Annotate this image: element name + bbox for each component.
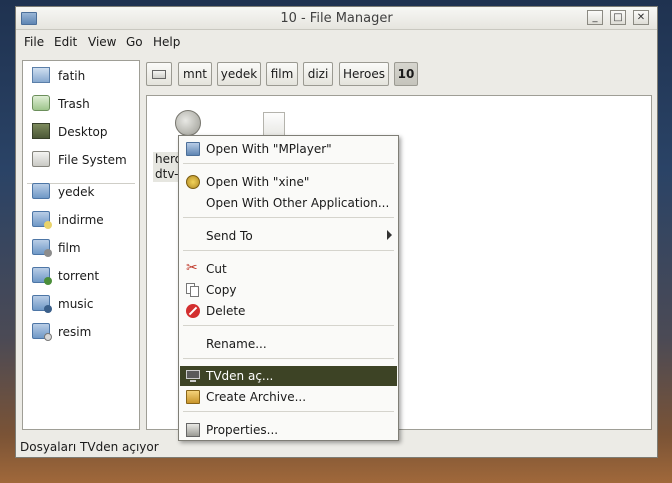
sidebar-item-label: indirme [58, 213, 104, 227]
sidebar-item-label: fatih [58, 69, 86, 83]
menu-separator [183, 217, 394, 218]
sidebar-item-label: torrent [58, 269, 100, 283]
menu-separator [183, 358, 394, 359]
menu-item-label: Rename... [206, 337, 267, 351]
sidebar-item-label: film [58, 241, 81, 255]
title-bar[interactable]: 10 - File Manager _ □ ✕ [16, 7, 657, 30]
desktop-icon [32, 123, 50, 139]
crumb-yedek[interactable]: yedek [217, 62, 261, 86]
folder-icon [32, 323, 52, 341]
crumb-dizi[interactable]: dizi [303, 62, 333, 86]
close-button[interactable]: ✕ [633, 10, 649, 25]
crumb-heroes[interactable]: Heroes [339, 62, 389, 86]
root-drive-button[interactable] [146, 62, 172, 86]
crumb-current[interactable]: 10 [394, 62, 418, 86]
sidebar-item-label: Desktop [58, 125, 108, 139]
submenu-arrow-icon [387, 230, 392, 240]
minimize-button[interactable]: _ [587, 10, 603, 25]
menu-item-label: Delete [206, 304, 246, 318]
menu-item-rename[interactable]: Rename... [180, 334, 397, 354]
menu-item-cut[interactable]: ✂ Cut [180, 259, 397, 279]
scissors-icon: ✂ [186, 260, 198, 276]
menu-separator [183, 411, 394, 412]
menu-help[interactable]: Help [153, 35, 180, 49]
monitor-icon [186, 369, 200, 383]
sidebar-item-label: music [58, 297, 94, 311]
properties-icon [186, 423, 200, 437]
sidebar-item-trash[interactable]: Trash [28, 93, 136, 115]
context-menu: Open With "MPlayer" Open With "xine" Ope… [178, 135, 399, 441]
menu-separator [183, 325, 394, 326]
sidebar-item-label: resim [58, 325, 92, 339]
window-title: 10 - File Manager [280, 11, 393, 26]
drive-icon [32, 151, 50, 167]
sidebar-item-torrent[interactable]: torrent [28, 265, 136, 287]
sidebar-item-yedek[interactable]: yedek [28, 181, 136, 203]
sidebar-item-fatih[interactable]: fatih [28, 65, 136, 87]
sidebar-item-label: Trash [58, 97, 90, 111]
menu-item-label: Properties... [206, 423, 279, 437]
folder-icon [32, 183, 50, 199]
menu-bar: File Edit View Go Help [16, 30, 657, 52]
crumb-film[interactable]: film [266, 62, 298, 86]
menu-item-label: Send To [206, 229, 253, 243]
sidebar-item-desktop[interactable]: Desktop [28, 121, 136, 143]
folder-icon [32, 267, 52, 285]
video-file-icon [175, 110, 201, 136]
menu-item-open-other[interactable]: Open With Other Application... [180, 193, 397, 213]
archive-icon [186, 390, 200, 404]
trash-icon [32, 95, 50, 111]
mplayer-icon [186, 142, 200, 156]
sidebar-item-indirme[interactable]: indirme [28, 209, 136, 231]
sidebar-item-film[interactable]: film [28, 237, 136, 259]
menu-item-label: Open With "MPlayer" [206, 142, 332, 156]
xine-icon [186, 175, 200, 189]
menu-edit[interactable]: Edit [54, 35, 77, 49]
status-bar: Dosyaları TVden açıyor [20, 440, 159, 454]
menu-separator [183, 250, 394, 251]
menu-item-create-archive[interactable]: Create Archive... [180, 387, 397, 407]
menu-item-open-mplayer[interactable]: Open With "MPlayer" [180, 139, 397, 159]
menu-go[interactable]: Go [126, 35, 143, 49]
drive-icon [152, 70, 166, 79]
side-pane: fatih Trash Desktop File System yedek in… [22, 60, 140, 430]
menu-separator [183, 163, 394, 164]
maximize-button[interactable]: □ [610, 10, 626, 25]
menu-item-label: TVden aç... [206, 369, 274, 383]
copy-icon [186, 283, 200, 297]
sidebar-item-file-system[interactable]: File System [28, 149, 136, 171]
sidebar-item-label: yedek [58, 185, 95, 199]
folder-icon [32, 211, 52, 229]
menu-item-label: Cut [206, 262, 227, 276]
menu-item-label: Open With "xine" [206, 175, 310, 189]
menu-item-tvden-ac[interactable]: TVden aç... [180, 366, 397, 386]
menu-item-label: Copy [206, 283, 237, 297]
home-folder-icon [32, 67, 50, 83]
menu-item-properties[interactable]: Properties... [180, 420, 397, 440]
menu-item-send-to[interactable]: Send To [180, 226, 397, 246]
sidebar-item-label: File System [58, 153, 127, 167]
delete-icon [186, 304, 200, 318]
menu-view[interactable]: View [88, 35, 116, 49]
folder-icon [32, 239, 52, 257]
menu-item-open-xine[interactable]: Open With "xine" [180, 172, 397, 192]
crumb-mnt[interactable]: mnt [178, 62, 212, 86]
menu-item-copy[interactable]: Copy [180, 280, 397, 300]
sidebar-item-resim[interactable]: resim [28, 321, 136, 343]
menu-item-delete[interactable]: Delete [180, 301, 397, 321]
folder-icon [32, 295, 52, 313]
menu-file[interactable]: File [24, 35, 44, 49]
menu-item-label: Create Archive... [206, 390, 307, 404]
menu-item-label: Open With Other Application... [206, 196, 390, 210]
sidebar-item-music[interactable]: music [28, 293, 136, 315]
